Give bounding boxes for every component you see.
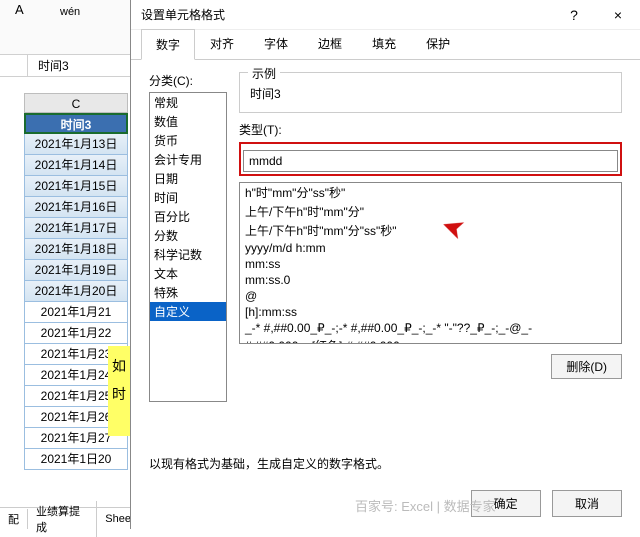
table-cell[interactable]: 2021年1月19日 [24,260,128,281]
format-item[interactable]: h"时"mm"分"ss"秒" [240,183,621,202]
dialog-tab[interactable]: 边框 [303,28,357,59]
format-item[interactable]: @ [240,288,621,304]
type-input[interactable] [243,150,618,172]
table-cell[interactable]: 2021年1月18日 [24,239,128,260]
watermark: 百家号: Excel | 数据专家 [355,496,496,515]
table-cell[interactable]: 2021年1月22 [24,323,128,344]
font-color-button[interactable]: A [15,2,24,17]
delete-button[interactable]: 删除(D) [551,354,622,379]
column-header[interactable]: 时间3 [24,113,128,134]
formula-value[interactable]: 时间3 [28,57,69,74]
table-cell[interactable]: 2021年1月16日 [24,197,128,218]
format-item[interactable]: #,##0.000_ ;[红色]-#,##0.000 [240,336,621,344]
ribbon-stub: A wén [0,0,140,55]
table-cell[interactable]: 2021年1月13日 [24,134,128,155]
format-list[interactable]: h"时"mm"分"ss"秒"上午/下午h"时"mm"分"上午/下午h"时"mm"… [239,182,622,344]
sample-value: 时间3 [250,85,611,102]
category-item[interactable]: 百分比 [150,207,226,226]
sample-label: 示例 [248,65,280,82]
category-item[interactable]: 数值 [150,112,226,131]
table-cell[interactable]: 2021年1月15日 [24,176,128,197]
format-note: 以现有格式为基础，生成自定义的数字格式。 [149,455,389,472]
format-item[interactable]: _-* #,##0.00_₽_-;-* #,##0.00_₽_-;_-* "-"… [240,320,621,336]
ribbon-hint: wén [60,6,80,18]
dialog-title: 设置单元格格式 [141,6,552,23]
category-item[interactable]: 自定义 [150,302,226,321]
dialog-tab[interactable]: 保护 [411,28,465,59]
format-item[interactable]: mm:ss.0 [240,272,621,288]
format-item[interactable]: mm:ss [240,256,621,272]
table-cell[interactable]: 2021年1月14日 [24,155,128,176]
type-label: 类型(T): [239,121,622,138]
category-item[interactable]: 科学记数 [150,245,226,264]
cancel-button[interactable]: 取消 [552,490,622,517]
category-item[interactable]: 特殊 [150,283,226,302]
format-item[interactable]: yyyy/m/d h:mm [240,240,621,256]
close-button[interactable]: × [596,0,640,30]
category-list[interactable]: 常规数值货币会计专用日期时间百分比分数科学记数文本特殊自定义 [149,92,227,402]
table-cell[interactable]: 2021年1日20 [24,449,128,470]
sheet-tab[interactable]: 配 [0,509,28,529]
category-item[interactable]: 文本 [150,264,226,283]
format-item[interactable]: 上午/下午h"时"mm"分" [240,202,621,221]
dialog-tab[interactable]: 字体 [249,28,303,59]
table-cell[interactable]: 2021年1月21 [24,302,128,323]
category-item[interactable]: 日期 [150,169,226,188]
category-item[interactable]: 货币 [150,131,226,150]
name-box[interactable] [0,55,28,76]
table-cell[interactable]: 2021年1月20日 [24,281,128,302]
dialog-tabs: 数字对齐字体边框填充保护 [131,30,640,60]
category-item[interactable]: 时间 [150,188,226,207]
dialog-tab[interactable]: 数字 [141,29,195,60]
sample-box: 示例 时间3 [239,72,622,113]
dialog-tab[interactable]: 填充 [357,28,411,59]
sheet-tab[interactable]: 业绩算提成 [28,501,97,537]
sheet-tabs[interactable]: 配 业绩算提成 Shee [0,507,140,529]
category-item[interactable]: 常规 [150,93,226,112]
category-item[interactable]: 会计专用 [150,150,226,169]
format-item[interactable]: 上午/下午h"时"mm"分"ss"秒" [240,221,621,240]
column-letter[interactable]: C [24,93,128,113]
dialog-tab[interactable]: 对齐 [195,28,249,59]
format-cells-dialog: 设置单元格格式 ? × 数字对齐字体边框填充保护 分类(C): 常规数值货币会计… [130,0,640,529]
format-item[interactable]: [h]:mm:ss [240,304,621,320]
category-item[interactable]: 分数 [150,226,226,245]
help-button[interactable]: ? [552,0,596,30]
table-cell[interactable]: 2021年1月17日 [24,218,128,239]
